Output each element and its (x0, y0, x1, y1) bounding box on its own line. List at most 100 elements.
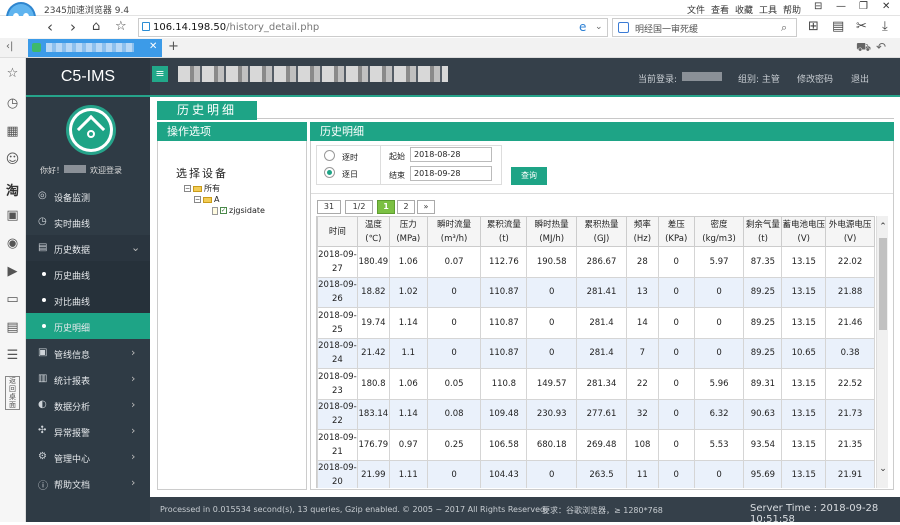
collapse-icon[interactable]: − (184, 185, 191, 192)
start-date-input[interactable]: 2018-08-28 (410, 147, 492, 162)
scroll-up-icon[interactable]: ⌃ (877, 222, 889, 232)
sidebar-item-history-data[interactable]: ▤ 历史数据 ⌄ (26, 235, 150, 261)
collapse-sidebar-icon[interactable]: ‹| (6, 41, 13, 52)
ie-mode-icon[interactable]: e (579, 20, 586, 34)
table-cell: 0.05 (426, 368, 482, 400)
sidebar-subitem-history-detail[interactable]: 历史明细 (26, 313, 150, 339)
menu-help[interactable]: 帮助 (783, 3, 801, 16)
search-icon[interactable]: ⌕ (781, 21, 787, 35)
date-day: 22 (332, 416, 343, 427)
table-cell: 18.82 (356, 276, 390, 308)
table-cell: 89.25 (743, 307, 783, 339)
list-icon[interactable]: ☰ (5, 348, 20, 363)
current-user-blurred (682, 72, 722, 81)
scroll-thumb[interactable] (879, 238, 887, 330)
undo-icon[interactable]: ↶ (876, 40, 886, 54)
minimize-icon[interactable]: — (836, 1, 846, 12)
download-icon[interactable]: ⤓ (882, 19, 888, 34)
chat-icon[interactable]: ☺ (5, 152, 20, 167)
sidebar-item-label: 统计报表 (54, 377, 91, 387)
dropdown-icon[interactable]: ⌄ (595, 22, 603, 32)
table-cell: 281.41 (576, 276, 627, 308)
back-icon[interactable]: ‹ (47, 18, 53, 36)
page-2-button[interactable]: 2 (397, 200, 415, 214)
tab-active[interactable]: ✕ (28, 39, 162, 57)
news-icon[interactable]: ▦ (5, 124, 20, 139)
menu-view[interactable]: 查看 (711, 3, 729, 16)
sidebar-item-management[interactable]: ⚙ 管理中心 › (26, 444, 150, 470)
history-clock-icon[interactable]: ◷ (5, 96, 20, 111)
sidebar-item-label: 管理中心 (54, 455, 91, 465)
back-to-desktop-icon[interactable]: 返回 桌面 (5, 376, 20, 410)
radio-by-hour[interactable] (324, 150, 335, 161)
logout-link[interactable]: 退出 (851, 72, 869, 85)
sidebar-subitem-compare-curve[interactable]: 对比曲线 (26, 287, 150, 313)
query-button[interactable]: 查询 (511, 167, 547, 185)
scroll-down-icon[interactable]: ⌄ (877, 464, 889, 474)
apps-icon[interactable]: ⊞ (808, 19, 819, 34)
date-line: 2018-09- (318, 249, 357, 260)
requirement-text: 要求：谷歌浏览器，≥ 1280*768 (542, 506, 663, 515)
search-engine-icon[interactable] (618, 22, 629, 33)
collapse-icon[interactable]: − (194, 196, 201, 203)
sidebar-item-statistics-report[interactable]: ▥ 统计报表 › (26, 366, 150, 392)
sidebar-item-label: 异常报警 (54, 429, 91, 439)
table-cell: 281.34 (576, 368, 627, 400)
favorites-star-icon[interactable]: ☆ (5, 66, 20, 81)
column-header: 瞬时流量 (m³/h) (426, 216, 482, 247)
bag-icon[interactable]: ⛟ (856, 40, 871, 56)
notes-icon[interactable]: ▤ (5, 320, 20, 335)
sidebar-subitem-history-curve[interactable]: 历史曲线 (26, 261, 150, 287)
address-bar[interactable]: 106.14.198.50/history_detail.php e ⌄ (138, 18, 608, 37)
table-cell: 183.14 (356, 398, 390, 430)
company-name-blurred (178, 66, 448, 82)
search-box[interactable]: 明经国一审死缓 ⌕ (612, 18, 797, 37)
table-cell: 0.25 (426, 429, 482, 461)
tree-node-device[interactable]: ✓ zjgsidate (212, 206, 265, 215)
table-scrollbar[interactable]: ⌃ ⌄ (876, 216, 888, 488)
sidebar-item-pipeline-info[interactable]: ▣ 管线信息 › (26, 340, 150, 366)
menu-tools[interactable]: 工具 (759, 3, 777, 16)
home-icon[interactable]: ⌂ (92, 19, 100, 34)
table-cell: 1.1 (388, 337, 428, 369)
taobao-icon[interactable]: 淘 (5, 180, 20, 199)
tile-window-icon[interactable]: ⊟ (814, 1, 822, 12)
video-icon[interactable]: ▶ (5, 264, 20, 279)
start-label: 起始 (389, 152, 405, 161)
new-tab-icon[interactable]: + (168, 39, 179, 54)
table-cell: 0 (657, 429, 695, 461)
checkbox-checked-icon[interactable]: ✓ (220, 207, 227, 214)
next-page-button[interactable]: » (417, 200, 435, 214)
table-cell: 281.4 (576, 307, 627, 339)
table-cell: 32 (625, 398, 659, 430)
reader-icon[interactable]: ▤ (832, 19, 844, 34)
sidebar-item-data-analysis[interactable]: ◐ 数据分析 › (26, 392, 150, 418)
sidebar-item-help[interactable]: ⓘ 帮助文档 › (26, 470, 150, 496)
tree-node-all[interactable]: − 所有 (184, 183, 220, 194)
menu-favorites[interactable]: 收藏 (735, 3, 753, 16)
change-password-link[interactable]: 修改密码 (797, 72, 833, 85)
page-indicator: 1/2 (345, 200, 373, 214)
menu-file[interactable]: 文件 (687, 3, 705, 16)
close-icon[interactable]: ✕ (882, 1, 890, 12)
tv-icon[interactable]: ▭ (5, 292, 20, 307)
sidebar-item-device-monitor[interactable]: ◎ 设备监测 (26, 183, 150, 209)
menu-toggle-button[interactable]: ≡ (152, 66, 168, 82)
tree-node-a[interactable]: − A (194, 195, 219, 204)
calendar-icon[interactable]: ▣ (5, 208, 20, 223)
radio-by-day[interactable] (324, 167, 335, 178)
end-date-input[interactable]: 2018-09-28 (410, 166, 492, 181)
scissors-icon[interactable]: ✂ (856, 19, 867, 34)
copyright-text: © 2005 ~ 2017 All Rights Reserved. (402, 505, 548, 514)
star-icon[interactable]: ☆ (115, 19, 127, 34)
forward-icon[interactable]: › (70, 18, 76, 36)
restore-icon[interactable]: ❐ (859, 1, 868, 12)
game-icon[interactable]: ◉ (5, 236, 20, 251)
brand-logo[interactable]: C5-IMS (26, 58, 150, 95)
column-header: 蓄电池电压 (V) (781, 216, 827, 247)
tab-close-icon[interactable]: ✕ (149, 41, 157, 52)
page-1-button[interactable]: 1 (377, 200, 395, 214)
column-header-unit: (℃) (365, 233, 382, 244)
sidebar-item-alarm[interactable]: ✣ 异常报警 › (26, 418, 150, 444)
sidebar-item-realtime-curve[interactable]: ◷ 实时曲线 (26, 209, 150, 235)
